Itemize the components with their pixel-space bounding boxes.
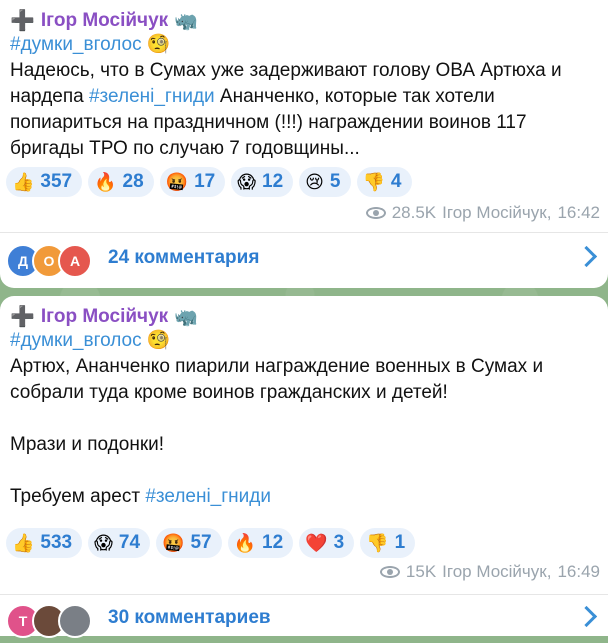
reaction-count: 3 — [333, 532, 345, 553]
post-text-line: Мрази и подонки! — [10, 432, 164, 458]
reaction-thumbs-down[interactable]: 👎 4 — [356, 167, 412, 197]
post-text-line: собрали туда кроме воинов гражданских и … — [10, 380, 448, 406]
text-fragment: Ананченко, которые так хотели — [214, 86, 495, 107]
fire-icon: 🔥 — [233, 533, 257, 553]
crying-face-icon: 😢 — [305, 172, 324, 192]
reaction-scream[interactable]: 😱 12 — [231, 167, 294, 197]
text-fragment: попиариться на праздничном (!!!) награжд… — [10, 112, 527, 133]
reaction-count: 12 — [262, 171, 284, 192]
reaction-cry[interactable]: 😢 5 — [299, 167, 351, 197]
reaction-fire[interactable]: 🔥 12 — [227, 528, 294, 558]
post-text-line: нардепа #зелені_гниди Ананченко, которые… — [10, 84, 495, 110]
reaction-count: 28 — [122, 171, 144, 192]
plus-icon: ➕ — [10, 306, 35, 328]
text-fragment: Надеюсь, что в Сумах уже задерживают гол… — [10, 60, 562, 81]
post-text-line: Требуем арест #зелені_гниди — [10, 484, 271, 510]
channel-post[interactable]: ➕ Ігор Мосійчук 🦏 #думки_вголос 🧐 Артюх,… — [0, 296, 608, 638]
screaming-face-icon: 😱 — [237, 172, 257, 192]
reaction-count: 5 — [329, 171, 341, 192]
reaction-count: 12 — [262, 532, 284, 553]
views-eye-icon — [379, 566, 400, 578]
author-name: Ігор Мосійчук — [40, 305, 169, 327]
rhino-icon: 🦏 — [174, 306, 198, 328]
hashtag-link[interactable]: #зелені_гниди — [89, 86, 215, 107]
fire-icon: 🔥 — [94, 172, 117, 192]
comments-button[interactable]: Д О А 24 комментария — [0, 235, 608, 283]
reaction-count: 57 — [190, 532, 212, 553]
thumbs-down-icon: 👎 — [366, 533, 389, 553]
reaction-thumbs-down[interactable]: 👎 1 — [360, 528, 416, 558]
heart-icon: ❤️ — [305, 533, 328, 553]
post-meta: 28.5K Ігор Мосійчук, 16:42 — [365, 203, 600, 223]
reaction-angry[interactable]: 🤬 57 — [156, 528, 222, 558]
text-fragment: нардепа — [10, 86, 89, 107]
view-count: 15K — [405, 562, 437, 581]
meta-separator: , — [546, 562, 552, 581]
rhino-icon: 🦏 — [174, 10, 198, 32]
thumbs-up-icon: 👍 — [12, 172, 35, 192]
monocle-emoji: 🧐 — [146, 330, 171, 351]
post-text-line: Артюх, Ананченко пиарили награждение вое… — [10, 354, 543, 380]
chevron-right-icon — [575, 245, 598, 268]
text-fragment: Требуем арест — [10, 486, 146, 507]
divider — [0, 232, 608, 233]
view-count: 28.5K — [391, 203, 437, 222]
hashtag-line: #думки_вголос 🧐 — [10, 328, 171, 354]
monocle-emoji: 🧐 — [146, 34, 171, 55]
reaction-count: 533 — [40, 532, 73, 553]
text-fragment: Мрази и подонки! — [10, 434, 165, 455]
reaction-thumbs-up[interactable]: 👍 533 — [6, 528, 83, 558]
reaction-angry[interactable]: 🤬 17 — [159, 167, 226, 197]
commenter-avatars: Т — [6, 604, 106, 638]
comments-count: 30 комментариев — [108, 607, 271, 628]
thumbs-down-icon: 👎 — [362, 172, 385, 192]
screaming-face-icon: 😱 — [94, 533, 113, 553]
text-fragment: Артюх, Ананченко пиарили награждение вое… — [10, 356, 544, 377]
post-text-line: попиариться на праздничном (!!!) награжд… — [10, 110, 527, 136]
reaction-count: 4 — [390, 171, 402, 192]
reaction-scream[interactable]: 😱 74 — [88, 528, 151, 558]
text-fragment: бригады ТРО по случаю 7 годовщины... — [10, 138, 360, 159]
hashtag-link[interactable]: #зелені_гниди — [145, 486, 271, 507]
hashtag-line: #думки_вголос 🧐 — [10, 32, 171, 58]
thumbs-up-icon: 👍 — [12, 533, 35, 553]
post-text-line: Надеюсь, что в Сумах уже задерживают гол… — [10, 58, 562, 84]
post-text-line: бригады ТРО по случаю 7 годовщины... — [10, 136, 360, 162]
avatar: А — [58, 244, 92, 278]
post-time: 16:42 — [557, 203, 600, 222]
angry-face-icon: 🤬 — [162, 533, 185, 553]
channel-post[interactable]: ➕ Ігор Мосійчук 🦏 #думки_вголос 🧐 Надеюс… — [0, 0, 608, 288]
reaction-count: 1 — [394, 532, 406, 553]
text-fragment: собрали туда кроме воинов гражданских и … — [10, 382, 448, 403]
reaction-count: 17 — [194, 171, 216, 192]
reaction-heart[interactable]: ❤️ 3 — [299, 528, 355, 558]
reaction-count: 74 — [118, 532, 141, 553]
reaction-count: 357 — [40, 171, 73, 192]
meta-separator: , — [546, 203, 552, 222]
hashtag-link[interactable]: #думки_вголос — [10, 34, 142, 55]
commenter-avatars: Д О А — [6, 244, 106, 278]
reaction-thumbs-up[interactable]: 👍 357 — [6, 167, 83, 197]
meta-author: Ігор Мосійчук — [442, 203, 547, 222]
avatar — [58, 604, 92, 638]
post-author[interactable]: ➕ Ігор Мосійчук 🦏 — [10, 8, 198, 33]
angry-face-icon: 🤬 — [165, 172, 189, 192]
plus-icon: ➕ — [10, 10, 35, 32]
views-eye-icon — [365, 207, 386, 219]
hashtag-link[interactable]: #думки_вголос — [10, 330, 142, 351]
meta-author: Ігор Мосійчук — [442, 562, 547, 581]
comments-count: 24 комментария — [108, 247, 260, 268]
chevron-right-icon — [575, 605, 598, 628]
post-meta: 15K Ігор Мосійчук, 16:49 — [379, 562, 600, 582]
post-author[interactable]: ➕ Ігор Мосійчук 🦏 — [10, 304, 198, 329]
post-time: 16:49 — [557, 562, 600, 581]
reactions-bar: 👍 357 🔥 28 🤬 17 😱 12 😢 5 👎 4 — [6, 167, 412, 197]
author-name: Ігор Мосійчук — [40, 9, 169, 31]
reaction-fire[interactable]: 🔥 28 — [88, 167, 154, 197]
reactions-bar: 👍 533 😱 74 🤬 57 🔥 12 ❤️ 3 👎 1 — [6, 528, 416, 558]
